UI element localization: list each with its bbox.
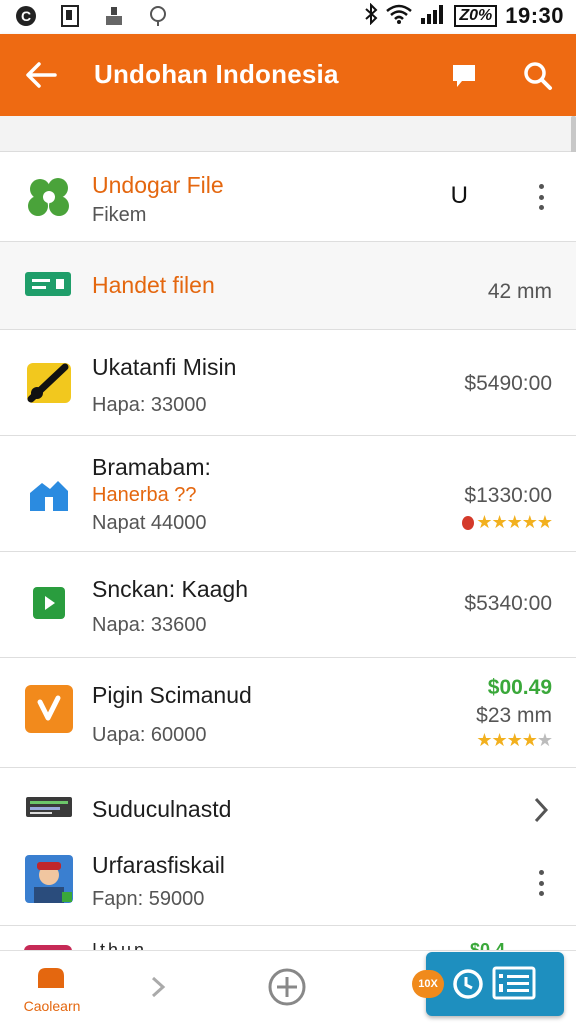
page-title: Undohan Indonesia (94, 59, 339, 89)
list-item[interactable]: Snckan: Kaagh Napa: 33600 $5340:00 (0, 552, 576, 658)
comment-icon[interactable] (444, 56, 484, 96)
status-bar: C Z0% 19:30 (0, 0, 576, 34)
back-arrow-icon[interactable] (20, 54, 62, 96)
item-value: U (450, 182, 468, 209)
blue-house-icon (24, 470, 74, 520)
item-title: Bramabam: (92, 454, 211, 480)
bottom-nav-home[interactable]: Caolearn (16, 962, 88, 1018)
chevron-right-icon[interactable] (146, 970, 170, 1004)
green-play-icon (24, 578, 74, 628)
yellow-tool-icon (24, 358, 74, 408)
list-item[interactable]: Handet filen 42 mm (0, 242, 576, 330)
message-icon (24, 261, 74, 311)
item-value: $5490:00 (464, 372, 552, 395)
item-value: $23 mm (476, 704, 552, 727)
clock: 19:30 (505, 3, 564, 28)
list-header-band (0, 116, 576, 152)
badge-icon (462, 516, 475, 531)
add-circle-icon[interactable] (266, 966, 308, 1008)
list-icon (492, 966, 536, 1000)
list-item[interactable]: Bramabam: Hanerba ?? Napat 44000 $1330:0… (0, 436, 576, 552)
item-value: 42 mm (487, 280, 552, 303)
rating-stars: ★★★★★ (476, 730, 553, 750)
item-price: $00.49 (487, 676, 552, 699)
more-vert-icon[interactable] (530, 868, 552, 898)
list-item[interactable]: Urfarasfiskail Fapn: 59000 (0, 848, 576, 926)
document-icon (58, 4, 82, 28)
avatar-icon (24, 854, 74, 904)
item-subtitle: Fikem (92, 204, 147, 226)
item-subtitle: Hapa: 33000 (92, 394, 207, 416)
search-icon[interactable] (518, 56, 558, 96)
orange-app-icon (24, 684, 74, 734)
app-bar: Undohan Indonesia (0, 34, 576, 116)
bluetooth-icon (364, 2, 378, 30)
list-item[interactable]: Pigin Scimanud Uapa: 60000 $00.49 $23 mm… (0, 658, 576, 768)
item-value: $1330:00 (464, 484, 552, 507)
chevron-right-icon[interactable] (532, 796, 550, 829)
item-title: Handet filen (92, 272, 215, 298)
item-title: Undogar File (92, 172, 224, 198)
item-title: Suduculnastd (92, 796, 232, 822)
wifi-icon (386, 4, 413, 29)
item-tag: Hanerba ?? (92, 484, 197, 506)
list-item[interactable]: Suduculnastd (0, 768, 576, 848)
item-title: Urfarasfiskail (92, 852, 225, 878)
svg-text:C: C (21, 8, 31, 24)
item-subtitle: Fapn: 59000 (92, 888, 205, 910)
item-subtitle: Napat 44000 (92, 512, 207, 534)
green-blob-icon (24, 172, 74, 222)
item-value: $5340:00 (464, 592, 552, 615)
c-icon: C (14, 4, 38, 28)
item-title: Ukatanfi Misin (92, 354, 237, 380)
person-icon (102, 4, 126, 28)
timer-icon (452, 968, 484, 1000)
item-title: Pigin Scimanud (92, 682, 252, 708)
bottom-nav-home-label: Caolearn (23, 998, 81, 1014)
fab-badge: 10X (412, 970, 444, 998)
action-fab[interactable]: 10X (412, 952, 564, 1016)
item-subtitle: Napa: 33600 (92, 614, 207, 636)
more-vert-icon[interactable] (530, 182, 552, 212)
gps-icon (146, 4, 170, 28)
home-icon (36, 966, 66, 990)
list-item[interactable]: Ukatanfi Misin Hapa: 33000 $5490:00 (0, 330, 576, 436)
list-bars-icon (24, 782, 74, 832)
signal-icon (420, 4, 446, 29)
item-subtitle: Uapa: 60000 (92, 724, 207, 746)
battery-indicator: Z0% (454, 5, 498, 27)
list-item[interactable]: Undogar File Fikem U (0, 152, 576, 242)
item-title: Snckan: Kaagh (92, 576, 249, 602)
rating-stars: ★★★★★ (462, 512, 553, 533)
